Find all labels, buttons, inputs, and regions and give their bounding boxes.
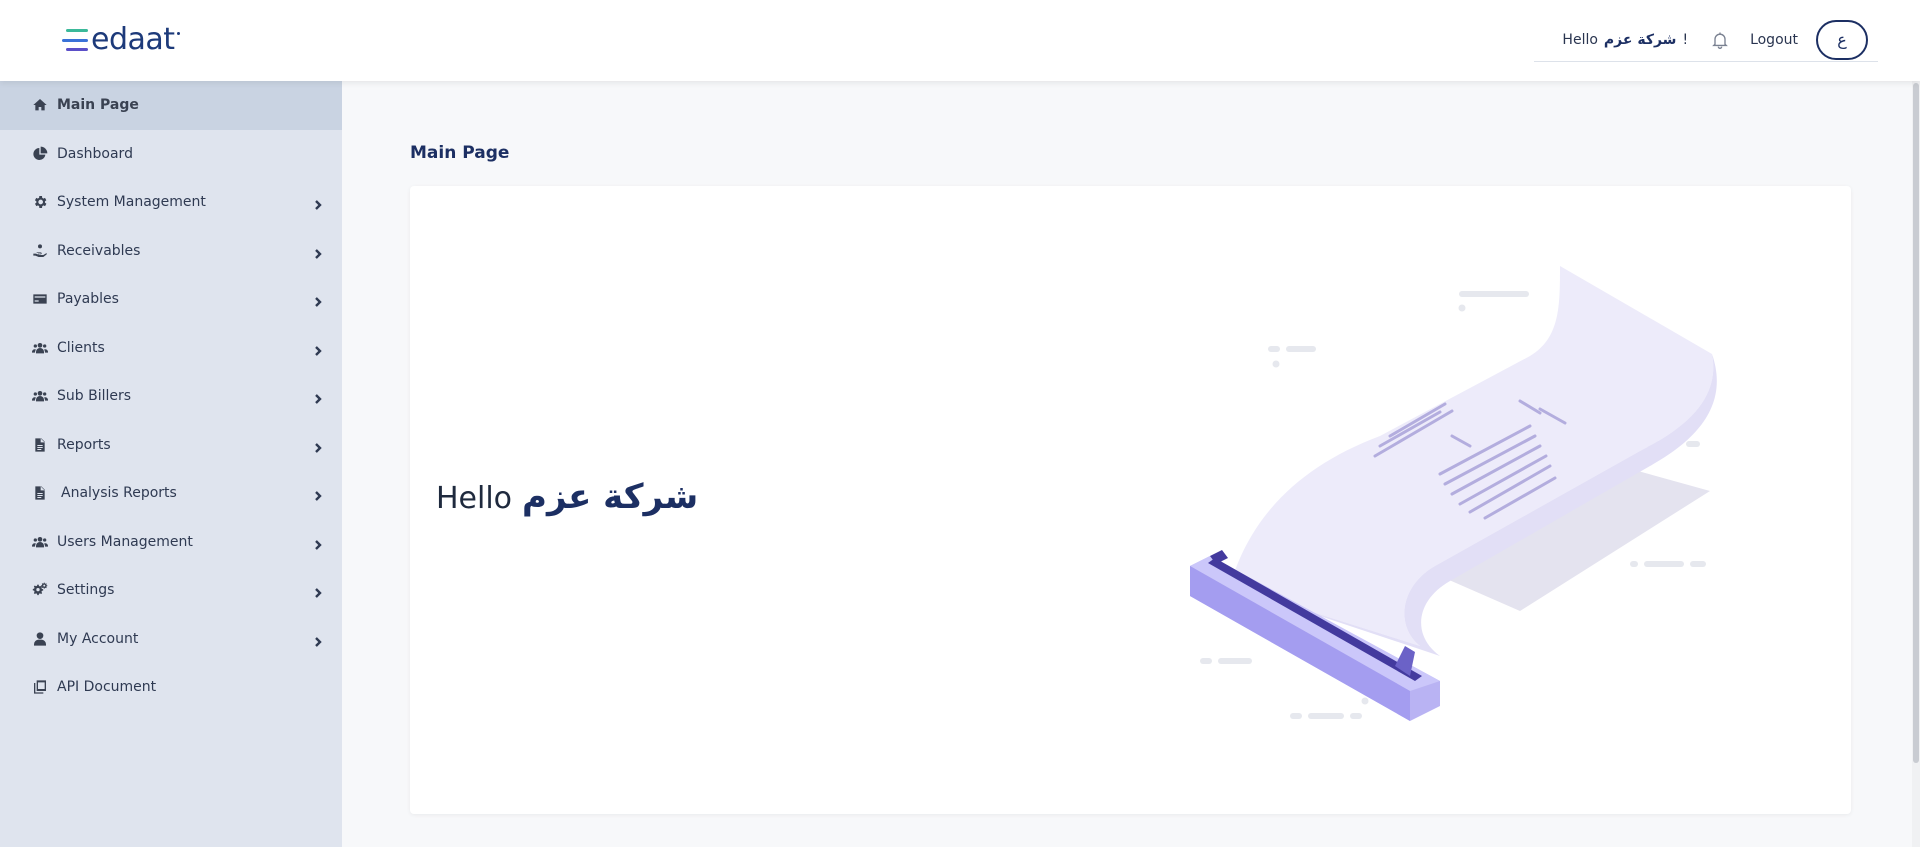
welcome-hello-text: Hello [436, 481, 513, 516]
sidebar-item-main-page[interactable]: Main Page [0, 81, 342, 130]
sidebar-item-label: Payables [57, 291, 119, 308]
scrollbar-thumb[interactable] [1913, 83, 1919, 763]
logout-link[interactable]: Logout [1750, 32, 1798, 48]
sidebar-item-dashboard[interactable]: Dashboard [0, 130, 342, 179]
sidebar-item-system-management[interactable]: System Management [0, 178, 342, 227]
receipt-printer-illustration [1190, 266, 1717, 721]
page-title: Main Page [410, 143, 510, 163]
chevron-right-icon [312, 293, 324, 308]
top-header: edaat Hello شركة عزم ! Logout ع [0, 0, 1920, 81]
sidebar-item-label: Analysis Reports [61, 485, 177, 502]
sidebar-item-sub-billers[interactable]: Sub Billers [0, 372, 342, 421]
logo-wordmark: edaat [91, 22, 175, 57]
sidebar-item-label: System Management [57, 194, 206, 211]
chevron-right-icon [312, 487, 324, 502]
file-icon [31, 484, 49, 502]
chevron-right-icon [312, 584, 324, 599]
users-icon [31, 533, 49, 551]
chevron-right-icon [312, 196, 324, 211]
chevron-right-icon [312, 633, 324, 647]
welcome-company-name: شركة عزم [522, 477, 699, 517]
gears-icon [31, 581, 49, 599]
sidebar-item-label: Reports [57, 436, 111, 453]
sidebar-item-label: Sub Billers [57, 388, 132, 405]
greeting-suffix: ! [1682, 31, 1689, 48]
sidebar-item-label: API Document [57, 679, 157, 696]
sidebar-item-clients[interactable]: Clients [0, 324, 342, 373]
header-greeting: Hello شركة عزم ! [1562, 32, 1688, 48]
sidebar-item-label: Dashboard [57, 145, 133, 162]
chevron-right-icon [312, 439, 324, 453]
copy-icon [31, 678, 49, 696]
gear-icon [31, 193, 49, 211]
chevron-right-icon [312, 536, 324, 550]
main-content: Main Page Hello شركة عزم [350, 81, 1912, 847]
sidebar-item-analysis-reports[interactable]: Analysis Reports [0, 469, 342, 518]
sidebar-item-label: My Account [57, 630, 139, 647]
sidebar-item-payables[interactable]: Payables [0, 275, 342, 324]
sidebar-item-receivables[interactable]: Receivables [0, 227, 342, 276]
sidebar-item-label: Settings [57, 582, 115, 599]
sidebar-item-my-account[interactable]: My Account [0, 615, 342, 664]
header-user-area: Hello شركة عزم ! Logout ع [1534, 18, 1878, 62]
hand-coin-icon [31, 242, 49, 260]
bell-icon[interactable] [1710, 30, 1730, 50]
users-icon [31, 387, 49, 405]
sidebar: Main Page Dashboard System Management Re… [0, 81, 342, 847]
welcome-card: Hello شركة عزم [410, 186, 1851, 814]
file-icon [31, 436, 49, 454]
sidebar-item-reports[interactable]: Reports [0, 421, 342, 470]
greeting-company-name: شركة عزم [1603, 31, 1677, 48]
credit-card-icon [31, 290, 49, 308]
edaat-logo[interactable]: edaat [62, 24, 180, 56]
chevron-right-icon [312, 342, 324, 356]
welcome-greeting: Hello شركة عزم [436, 477, 698, 517]
page-scrollbar[interactable] [1912, 81, 1920, 847]
logo-mark-icon [62, 29, 88, 51]
sidebar-item-label: Main Page [57, 97, 139, 114]
sidebar-item-users-management[interactable]: Users Management [0, 518, 342, 567]
sidebar-item-label: Receivables [57, 242, 141, 259]
chevron-right-icon [312, 390, 324, 405]
sidebar-item-settings[interactable]: Settings [0, 566, 342, 615]
user-icon [31, 630, 49, 648]
greeting-prefix: Hello [1562, 31, 1598, 48]
users-icon [31, 339, 49, 357]
pie-chart-icon [31, 145, 49, 163]
chevron-right-icon [312, 245, 324, 259]
sidebar-item-api-document[interactable]: API Document [0, 663, 342, 712]
logo-dot [176, 31, 180, 35]
sidebar-item-label: Users Management [57, 533, 193, 550]
sidebar-item-label: Clients [57, 339, 105, 356]
language-toggle-button[interactable]: ع [1816, 19, 1868, 60]
home-icon [31, 96, 49, 114]
